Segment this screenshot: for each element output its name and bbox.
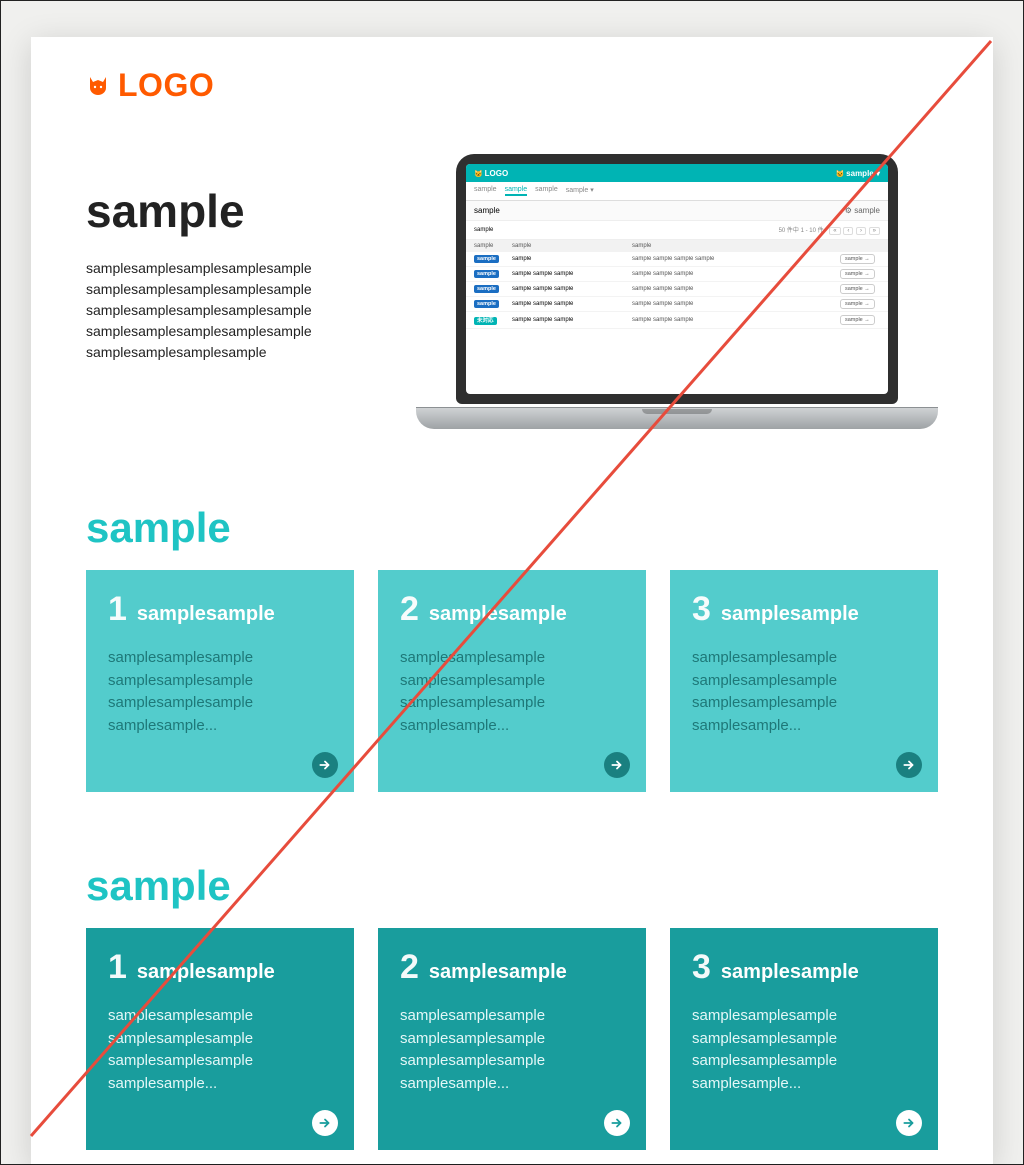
cell-name: sample sample sample xyxy=(512,301,632,307)
subbar-title: sample xyxy=(474,206,500,215)
hero-title: sample xyxy=(86,184,386,238)
pager-prev[interactable]: ‹ xyxy=(843,227,853,235)
card-title: samplesample xyxy=(429,961,567,984)
tab-3[interactable]: sample ▾ xyxy=(566,186,594,196)
tab-0[interactable]: sample xyxy=(474,186,497,196)
arrow-right-icon[interactable] xyxy=(312,752,338,778)
arrow-right-icon[interactable] xyxy=(312,1110,338,1136)
app-topbar: LOGO sample ▾ xyxy=(466,164,888,182)
tab-1[interactable]: sample xyxy=(505,186,528,196)
app-tabs: sample sample sample sample ▾ xyxy=(466,182,888,201)
card-number: 1 xyxy=(108,590,127,629)
cell-name: sample sample sample xyxy=(512,271,632,277)
pager-next[interactable]: › xyxy=(856,227,866,235)
arrow-right-icon[interactable] xyxy=(896,1110,922,1136)
card-number: 2 xyxy=(400,948,419,987)
pager-controls: 50 件中 1 - 10 件 « ‹ › » xyxy=(775,225,880,235)
tab-2[interactable]: sample xyxy=(535,186,558,196)
table-row: samplesample sample samplesample sample … xyxy=(466,267,888,282)
row-open-button[interactable]: sample xyxy=(840,254,875,264)
card-body: samplesamplesample samplesamplesample sa… xyxy=(692,647,916,737)
cell-name: sample sample sample xyxy=(512,286,632,292)
feature-card: 2 samplesample samplesamplesample samplesa… xyxy=(378,928,646,1150)
feature-card: 2 samplesample samplesamplesample samplesa… xyxy=(378,570,646,792)
cell-desc: sample sample sample xyxy=(632,301,840,307)
card-number: 1 xyxy=(108,948,127,987)
app-user[interactable]: sample ▾ xyxy=(836,169,881,178)
status-badge: sample xyxy=(474,285,499,293)
row-open-button[interactable]: sample xyxy=(840,269,875,279)
card-title: samplesample xyxy=(721,603,859,626)
table-header: sample sample sample xyxy=(466,240,888,252)
brand-logo: LOGO xyxy=(86,67,938,104)
card-number: 2 xyxy=(400,590,419,629)
cell-desc: sample sample sample xyxy=(632,271,840,277)
pager-last[interactable]: » xyxy=(869,227,880,235)
card-body: samplesamplesample samplesamplesample sa… xyxy=(400,1005,624,1095)
arrow-right-icon[interactable] xyxy=(896,752,922,778)
card-body: samplesamplesample samplesamplesample sa… xyxy=(108,647,332,737)
cell-desc: sample sample sample xyxy=(632,317,840,323)
status-badge: sample xyxy=(474,255,499,263)
logo-text: LOGO xyxy=(118,67,214,104)
feature-card: 3 samplesample samplesamplesample samplesa… xyxy=(670,928,938,1150)
cell-name: sample xyxy=(512,256,632,262)
pager-label: sample xyxy=(474,227,493,233)
card-title: samplesample xyxy=(429,603,567,626)
table-row: samplesample sample samplesample sample … xyxy=(466,297,888,312)
cat-icon xyxy=(86,74,110,98)
card-body: samplesamplesample samplesamplesample sa… xyxy=(400,647,624,737)
card-body: samplesamplesample samplesamplesample sa… xyxy=(108,1005,332,1095)
section1-title: sample xyxy=(86,504,938,552)
row-open-button[interactable]: sample xyxy=(840,315,875,325)
table-row: samplesample sample samplesample sample … xyxy=(466,282,888,297)
laptop-mockup: LOGO sample ▾ sample sample sample sampl… xyxy=(416,154,938,434)
row-open-button[interactable]: sample xyxy=(840,284,875,294)
status-badge: 未対応 xyxy=(474,317,497,325)
table-row: samplesamplesample sample sample samples… xyxy=(466,252,888,267)
card-number: 3 xyxy=(692,948,711,987)
hero-body: samplesamplesamplesamplesample samplesam… xyxy=(86,258,386,363)
pager-first[interactable]: « xyxy=(829,227,840,235)
card-title: samplesample xyxy=(137,961,275,984)
status-badge: sample xyxy=(474,300,499,308)
cell-name: sample sample sample xyxy=(512,317,632,323)
row-open-button[interactable]: sample xyxy=(840,299,875,309)
card-title: samplesample xyxy=(721,961,859,984)
status-badge: sample xyxy=(474,270,499,278)
card-body: samplesamplesample samplesamplesample sa… xyxy=(692,1005,916,1095)
feature-card: 3 samplesample samplesamplesample samplesa… xyxy=(670,570,938,792)
section2-title: sample xyxy=(86,862,938,910)
cell-desc: sample sample sample xyxy=(632,286,840,292)
card-title: samplesample xyxy=(137,603,275,626)
card-number: 3 xyxy=(692,590,711,629)
app-brand: LOGO xyxy=(474,169,508,178)
settings-link[interactable]: ⚙ sample xyxy=(845,206,880,215)
feature-card: 1 samplesample samplesamplesample samplesa… xyxy=(86,570,354,792)
arrow-right-icon[interactable] xyxy=(604,1110,630,1136)
feature-card: 1 samplesample samplesamplesample samplesa… xyxy=(86,928,354,1150)
pager-range: 50 件中 1 - 10 件 xyxy=(776,225,827,234)
table-row: 未対応sample sample samplesample sample sam… xyxy=(466,312,888,329)
cell-desc: sample sample sample sample xyxy=(632,256,840,262)
arrow-right-icon[interactable] xyxy=(604,752,630,778)
